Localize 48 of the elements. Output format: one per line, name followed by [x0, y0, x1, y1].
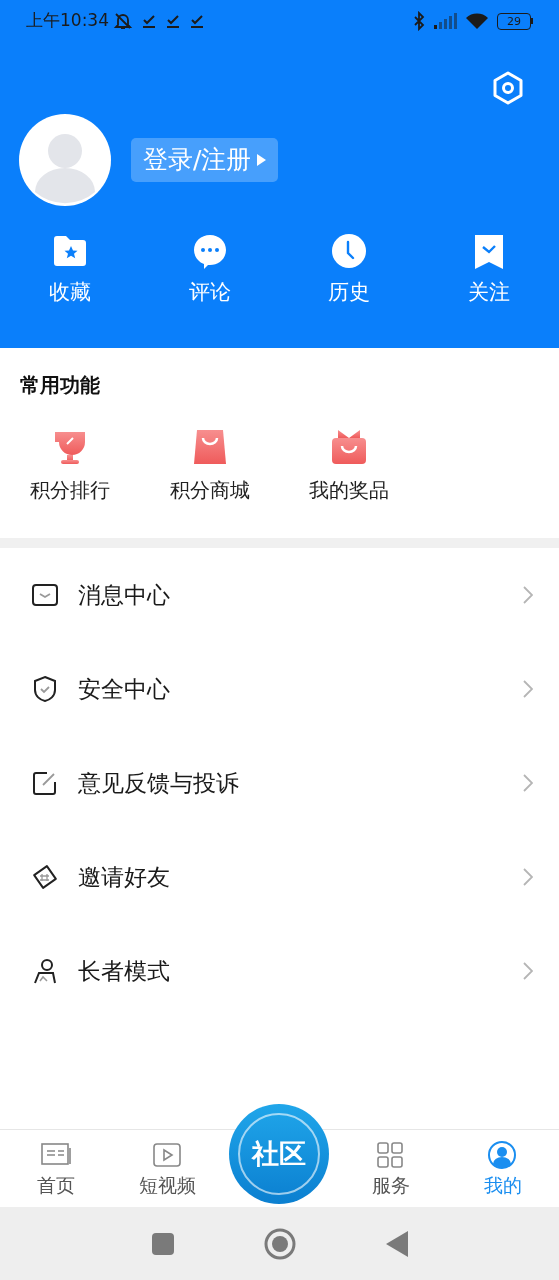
function-button[interactable]: 积分商城: [139, 428, 280, 500]
menu-item[interactable]: 意见反馈与投诉: [0, 736, 559, 830]
person-icon: [31, 957, 59, 985]
menu-label: 邀请好友: [78, 862, 170, 892]
gift-box-icon: [330, 428, 369, 466]
chevron-right-icon: [523, 774, 533, 792]
square-icon[interactable]: [151, 1232, 174, 1255]
menu-label: 安全中心: [78, 674, 170, 704]
wifi-icon: [465, 12, 489, 30]
download-done-icon: [141, 13, 157, 29]
quick-action-button[interactable]: 收藏: [0, 233, 140, 303]
chevron-right-icon: [523, 586, 533, 604]
menu-item[interactable]: 安全中心: [0, 642, 559, 736]
chevron-right-icon: [523, 868, 533, 886]
shield-check-icon: [31, 675, 59, 703]
chevron-right-icon: [523, 680, 533, 698]
triangle-right-icon: [257, 154, 267, 166]
nav-tab[interactable]: 首页: [0, 1130, 112, 1207]
quick-action-button[interactable]: 历史: [279, 233, 420, 303]
back-triangle-icon[interactable]: [385, 1230, 408, 1257]
menu-item[interactable]: 消息中心: [0, 548, 559, 642]
download-done-icon: [189, 13, 205, 29]
hashtag-tag-icon: [31, 863, 59, 891]
home-circle-icon[interactable]: [263, 1227, 296, 1260]
function-button[interactable]: 积分排行: [0, 428, 140, 500]
section-title: 常用功能: [19, 372, 101, 395]
envelope-icon: [31, 581, 59, 609]
nav-tab[interactable]: 服务: [335, 1130, 448, 1207]
signal-icon: [433, 13, 457, 29]
muted-bell-icon: [113, 11, 133, 31]
menu-item[interactable]: 邀请好友: [0, 830, 559, 924]
chevron-right-icon: [523, 962, 533, 980]
avatar-icon[interactable]: [19, 114, 111, 206]
download-done-icon: [165, 13, 181, 29]
battery-level: 29: [507, 15, 521, 27]
play-icon: [151, 1140, 184, 1170]
bluetooth-icon: [413, 11, 425, 31]
function-button[interactable]: 我的奖品: [279, 428, 420, 500]
quick-action-button[interactable]: 关注: [419, 233, 559, 303]
nav-tab[interactable]: 短视频: [111, 1130, 224, 1207]
menu-label: 意见反馈与投诉: [78, 768, 239, 798]
status-time: 上午10:34: [26, 9, 109, 33]
clock-icon: [330, 233, 369, 271]
edit-icon: [31, 769, 59, 797]
quick-action-button[interactable]: 评论: [139, 233, 280, 303]
menu-label: 长者模式: [78, 956, 170, 986]
menu-item[interactable]: 长者模式: [0, 924, 559, 1018]
menu-label: 消息中心: [78, 580, 170, 610]
